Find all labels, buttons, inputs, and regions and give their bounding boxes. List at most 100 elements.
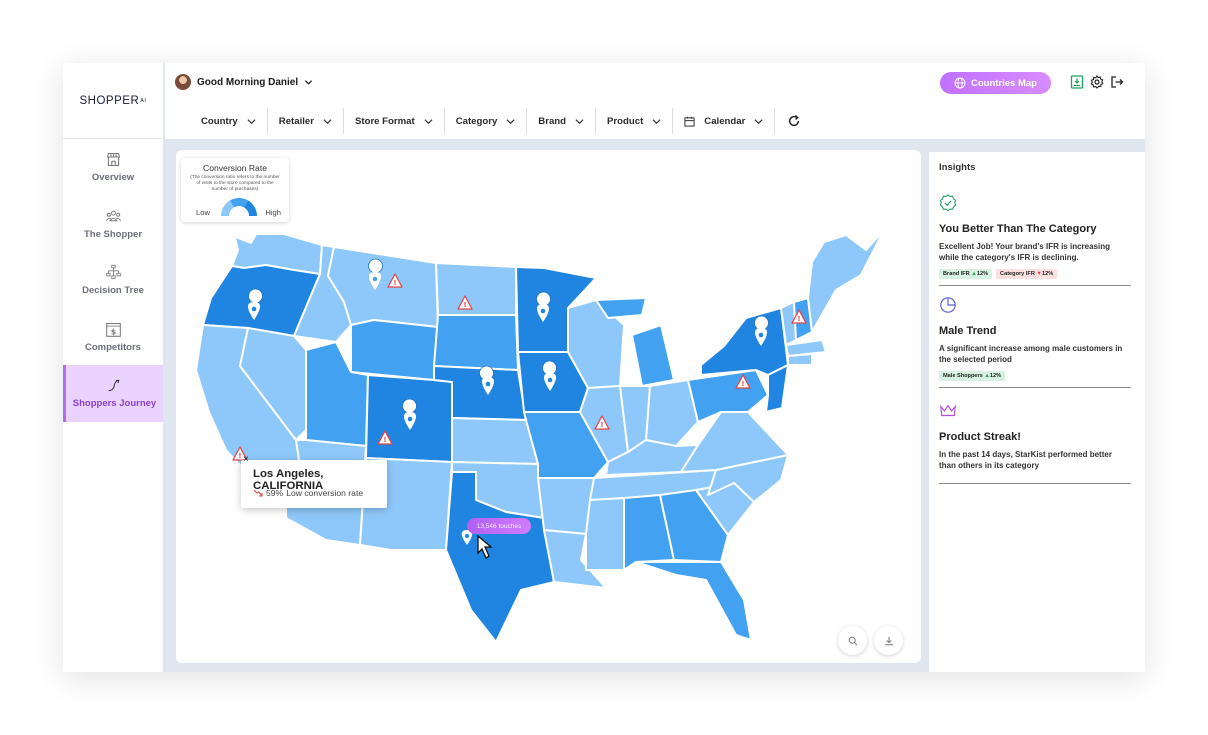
filter-label: Category: [455, 115, 498, 127]
map-download-button[interactable]: [874, 626, 903, 655]
chevron-down-icon: [424, 118, 433, 124]
store-icon: [106, 153, 120, 167]
svg-text:!: !: [463, 301, 466, 309]
sidebar-item-label: Competitors: [85, 341, 141, 353]
download-icon: [884, 636, 893, 645]
logo[interactable]: SHOPPER AI: [63, 63, 163, 139]
app-window: SHOPPER AI Overview The Shopper Decision …: [63, 63, 1145, 672]
insight-card: Product Streak! In the past 14 days, Sta…: [939, 402, 1131, 484]
avatar: [175, 74, 191, 90]
tag-delta: 12%: [989, 373, 1002, 379]
svg-text:!: !: [741, 380, 744, 388]
sidebar: SHOPPER AI Overview The Shopper Decision …: [63, 63, 164, 672]
insight-title: Male Trend: [939, 325, 997, 337]
tooltip-text: Low conversion rate: [286, 488, 364, 498]
legend-low: Low: [196, 208, 210, 217]
svg-text:!: !: [238, 452, 241, 460]
insight-title: You Better Than The Category: [939, 223, 1097, 235]
dollar-box-icon: $: [105, 322, 121, 337]
filter-label: Product: [607, 115, 644, 127]
filter-calendar[interactable]: Calendar: [673, 108, 776, 134]
greeting-text: Good Morning Daniel: [197, 76, 299, 88]
tag-label: Category IFR: [1000, 271, 1035, 277]
touches-text: 13,546 touches: [476, 522, 522, 530]
touches-badge: 13,546 touches: [467, 518, 531, 534]
insight-description: Excellent Job! Your brand's IFR is incre…: [939, 242, 1110, 262]
chevron-down-icon: [575, 118, 584, 124]
location-tooltip: × Los Angeles, CALIFORNIA 59% Low conver…: [241, 454, 387, 508]
svg-text:!: !: [600, 421, 603, 429]
map-search-button[interactable]: [838, 626, 867, 655]
chevron-down-icon: [506, 118, 515, 124]
sidebar-item-shoppers-journey[interactable]: Shoppers Journey: [63, 365, 163, 422]
filter-brand[interactable]: Brand: [527, 108, 597, 134]
journey-icon: [108, 380, 120, 392]
state-maine: [807, 229, 885, 333]
insights-panel: Insights You Better Than The Category Ex…: [929, 152, 1145, 672]
countries-map-button[interactable]: Countries Map: [940, 72, 1051, 94]
insight-card: Male Trend A significant increase among …: [939, 296, 1131, 388]
close-icon[interactable]: ×: [243, 454, 249, 465]
filter-store-format[interactable]: Store Format: [344, 108, 445, 134]
state-arkansas: [537, 477, 595, 535]
legend-description: (The conversion ratio refers to the numb…: [190, 175, 280, 192]
excel-export-icon[interactable]: [1070, 75, 1084, 89]
filter-product[interactable]: Product: [596, 108, 674, 134]
svg-text:!: !: [393, 279, 396, 287]
insight-card: You Better Than The Category Excellent J…: [939, 194, 1131, 286]
people-icon: [105, 210, 121, 221]
filter-category[interactable]: Category: [445, 108, 528, 134]
logo-text: SHOPPER: [79, 94, 140, 107]
filter-label: Brand: [538, 115, 567, 127]
map-panel: !!!!!!! Conversion Rate (The conversion …: [176, 150, 921, 663]
insight-description: A significant increase among male custom…: [939, 344, 1123, 364]
greeting-menu[interactable]: Good Morning Daniel: [175, 74, 313, 90]
state-new-york: [700, 307, 789, 376]
calendar-icon: [684, 116, 695, 127]
filter-bar: Country Retailer Store Format Category B…: [190, 108, 801, 134]
countries-map-label: Countries Map: [971, 77, 1037, 89]
sidebar-item-decision-tree[interactable]: Decision Tree: [63, 252, 163, 309]
logo-sup: AI: [140, 97, 147, 104]
insight-title: Product Streak!: [939, 431, 1021, 443]
map-pin-icon: [402, 398, 417, 414]
tooltip-percent: 59%: [266, 488, 284, 498]
tag-label: Male Shoppers: [943, 373, 983, 379]
sidebar-item-overview[interactable]: Overview: [63, 139, 163, 196]
tree-icon: [105, 265, 121, 280]
sidebar-item-competitors[interactable]: $ Competitors: [63, 309, 163, 366]
conversion-legend: Conversion Rate (The conversion ratio re…: [181, 158, 289, 222]
chevron-down-icon: [305, 79, 313, 85]
chevron-down-icon: [754, 118, 763, 124]
logout-icon[interactable]: [1110, 75, 1124, 89]
filter-retailer[interactable]: Retailer: [268, 108, 344, 134]
chevron-down-icon: [652, 118, 661, 124]
filter-label: Country: [201, 115, 238, 127]
gauge-icon: [221, 197, 257, 216]
tag-category-ifr: Category IFR ▼12%: [996, 269, 1058, 279]
sidebar-item-label: Decision Tree: [82, 285, 144, 297]
chevron-down-icon: [323, 118, 332, 124]
state-connecticut: [787, 353, 813, 366]
insight-tags: Male Shoppers ▲12%: [939, 371, 1131, 381]
svg-text:!: !: [797, 315, 800, 323]
globe-icon: [954, 77, 966, 89]
tag-male-shoppers: Male Shoppers ▲12%: [939, 371, 1006, 381]
sidebar-item-label: Shoppers Journey: [72, 398, 157, 410]
tag-delta: 12%: [1041, 271, 1054, 277]
us-map[interactable]: !!!!!!!: [176, 150, 921, 663]
filter-label: Calendar: [704, 115, 746, 127]
state-wyoming: [350, 319, 439, 381]
insight-description: In the past 14 days, StarKist performed …: [939, 450, 1112, 470]
svg-text:!: !: [383, 436, 386, 444]
filter-country[interactable]: Country: [190, 108, 268, 134]
sidebar-item-the-shopper[interactable]: The Shopper: [63, 196, 163, 253]
top-header: Good Morning Daniel Country Retailer Sto…: [165, 63, 1145, 139]
map-pin-icon: [542, 360, 557, 376]
refresh-icon[interactable]: [787, 114, 801, 128]
gear-icon[interactable]: [1090, 75, 1104, 89]
insights-title: Insights: [939, 162, 976, 173]
header-actions: [1070, 75, 1124, 89]
map-pin-icon: [536, 291, 551, 307]
filter-label: Store Format: [354, 115, 415, 127]
